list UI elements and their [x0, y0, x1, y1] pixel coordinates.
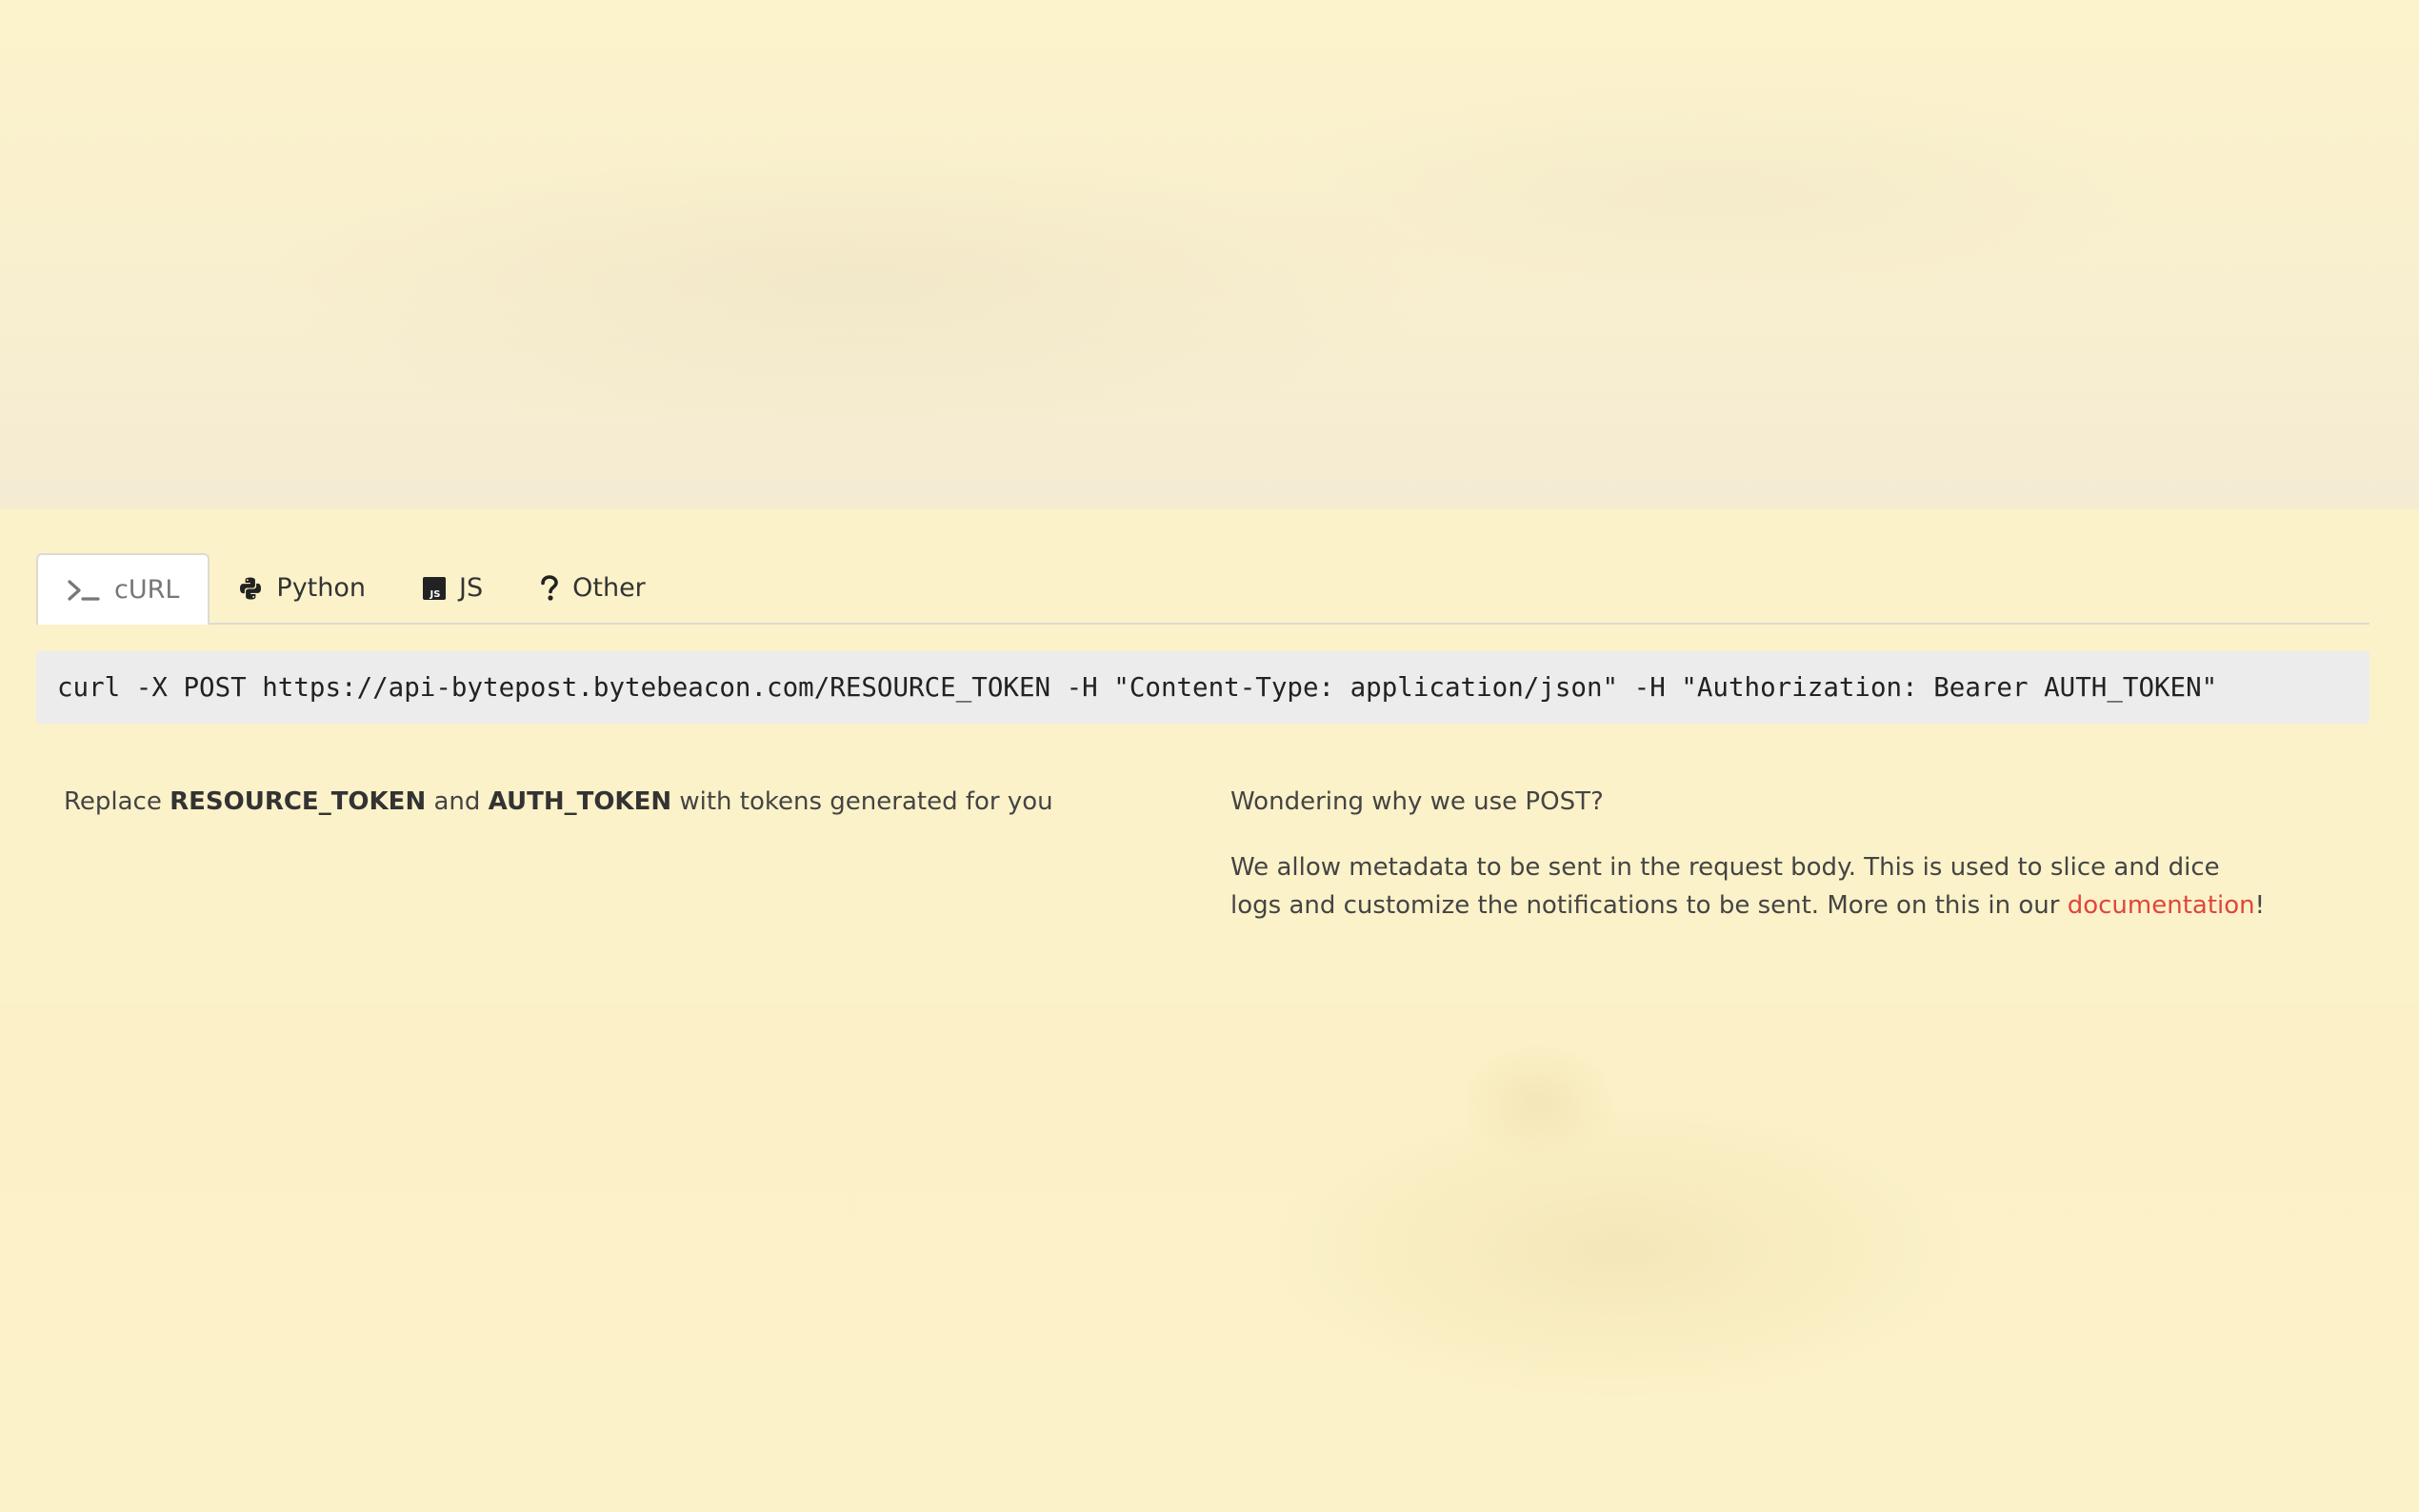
curl-code-block[interactable]: curl -X POST https://api-bytepost.bytebe… [36, 651, 2369, 724]
auth-token-label: AUTH_TOKEN [488, 787, 672, 816]
tab-js[interactable]: JS JS [394, 553, 511, 623]
terminal-icon [67, 579, 101, 602]
post-explanation-end: ! [2254, 891, 2266, 920]
token-replace-note: Replace RESOURCE_TOKEN and AUTH_TOKEN wi… [64, 783, 1188, 821]
note-suffix: with tokens generated for you [671, 787, 1053, 816]
curl-command: curl -X POST https://api-bytepost.bytebe… [57, 672, 2218, 703]
tab-python-label: Python [276, 573, 367, 603]
post-explanation-body: We allow metadata to be sent in the requ… [1230, 848, 2278, 925]
documentation-link[interactable]: documentation [2068, 891, 2255, 920]
tab-other[interactable]: Other [511, 553, 674, 623]
language-tabs: cURL Python JS JS Other [36, 553, 2369, 625]
svg-text:JS: JS [430, 589, 441, 600]
resource-token-label: RESOURCE_TOKEN [170, 787, 427, 816]
note-prefix: Replace [64, 787, 170, 816]
note-middle: and [426, 787, 489, 816]
python-icon [238, 576, 263, 601]
js-icon: JS [423, 576, 447, 600]
background-top [0, 0, 2419, 509]
tab-curl[interactable]: cURL [36, 553, 210, 625]
post-question-heading: Wondering why we use POST? [1230, 787, 1604, 816]
tab-other-label: Other [572, 573, 646, 603]
tab-python[interactable]: Python [210, 553, 394, 623]
background-bottom [0, 1003, 2419, 1512]
question-icon [540, 574, 559, 602]
tab-curl-label: cURL [114, 575, 180, 605]
post-explanation: Wondering why we use POST? We allow meta… [1230, 783, 2278, 925]
tab-js-label: JS [459, 573, 484, 603]
